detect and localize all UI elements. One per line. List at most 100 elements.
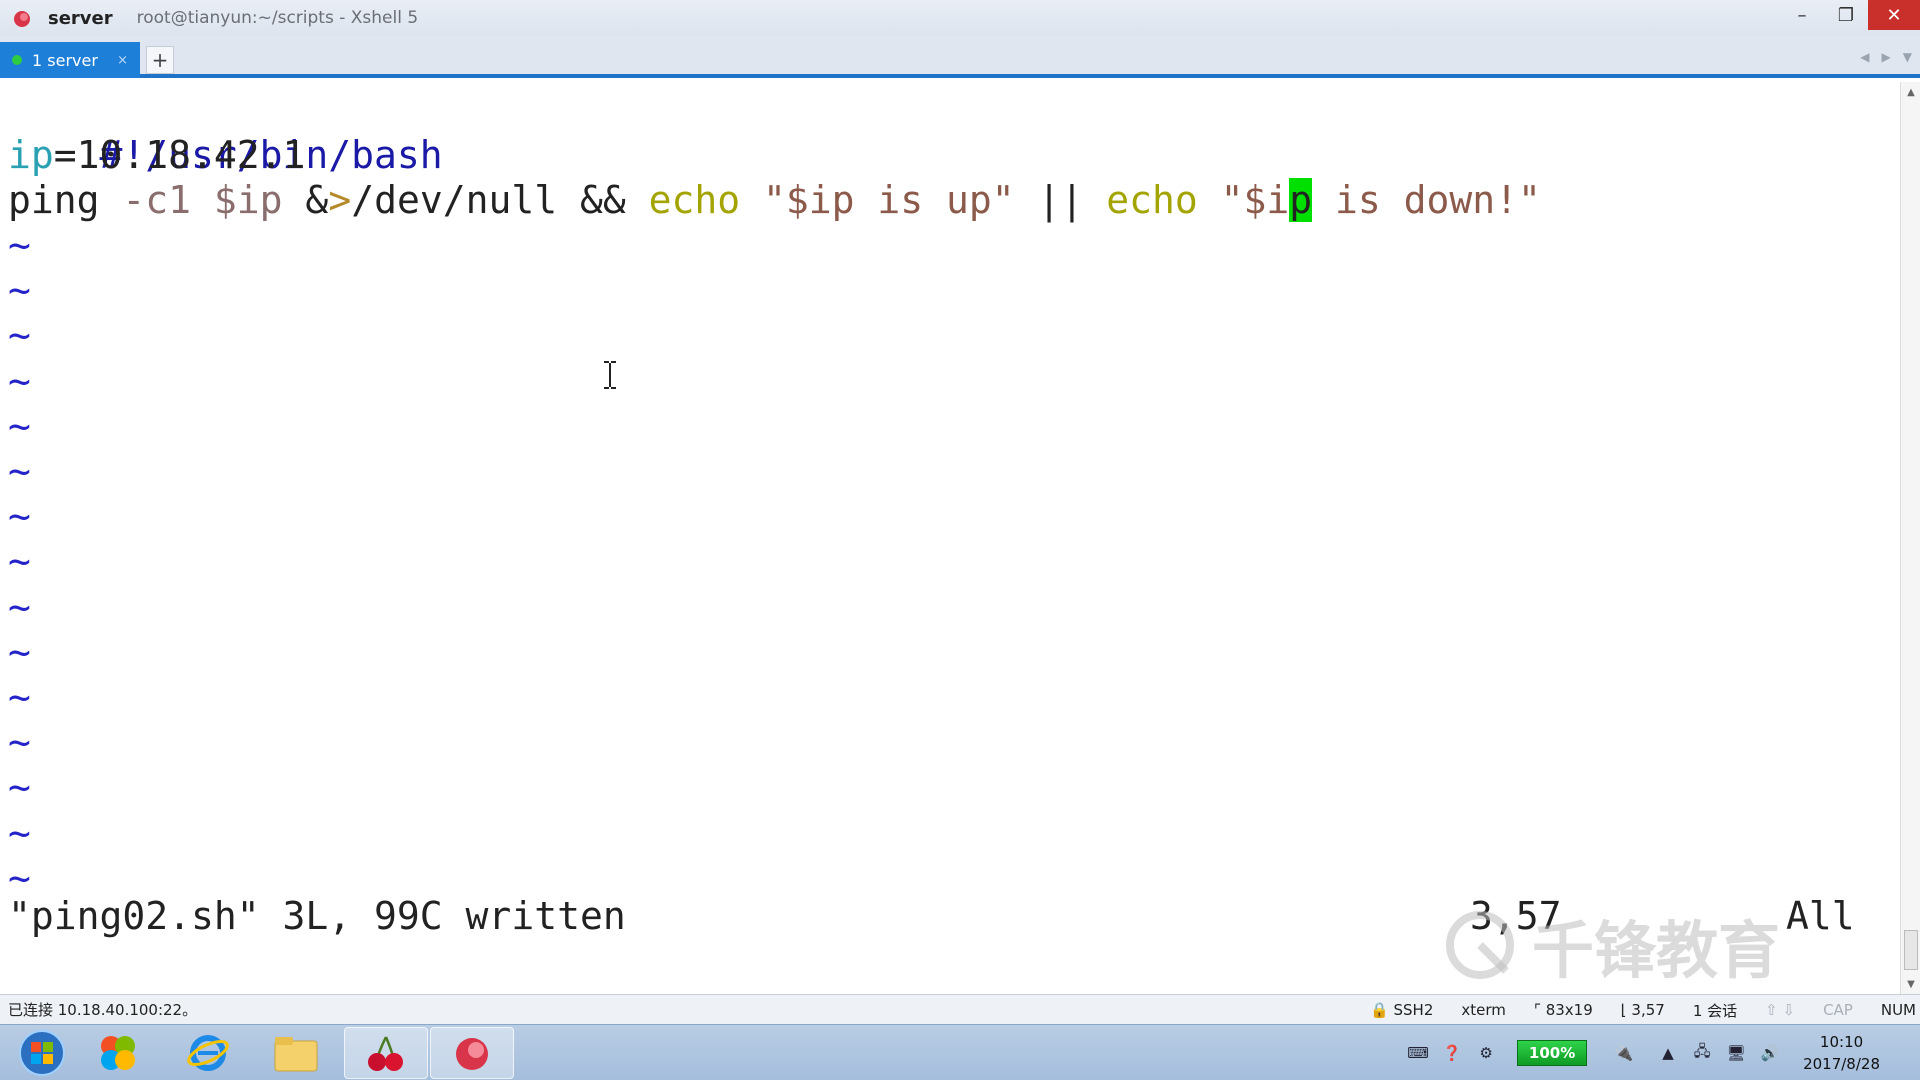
xshell-icon xyxy=(456,1038,488,1070)
network-icon[interactable]: 🖥 xyxy=(1725,1042,1747,1064)
cursor-pos-icon: ⌊ xyxy=(1620,1001,1627,1019)
tab-label: 1 server xyxy=(32,50,98,70)
ping-flag: -c1 xyxy=(122,178,214,222)
terminal-scrollbar[interactable]: ▲ ▼ xyxy=(1900,82,1920,994)
empty-line-tilde: ~ xyxy=(8,403,31,448)
empty-line-tilde: ~ xyxy=(8,223,31,267)
ip-variable: $ip xyxy=(213,178,306,222)
empty-line-tilde: ~ xyxy=(8,584,31,629)
variable-assignment: =10.18.42.1 xyxy=(53,133,306,177)
text-select-cursor-icon xyxy=(604,361,616,389)
tab-close-icon[interactable]: × xyxy=(117,53,128,68)
tab-server[interactable]: 1 server × xyxy=(0,42,140,78)
empty-line-tilde: ~ xyxy=(8,765,31,810)
protocol-indicator: 🔒 SSH2 xyxy=(1370,1001,1434,1019)
text-cursor: p xyxy=(1289,178,1313,222)
tab-next-icon[interactable]: ▶ xyxy=(1882,50,1891,64)
empty-line-tilde: ~ xyxy=(8,720,31,765)
tab-navigation: ◀ ▶ ▼ xyxy=(1860,50,1912,64)
taskbar-internet-explorer[interactable] xyxy=(166,1027,250,1079)
status-bar: 已连接 10.18.40.100:22。 🔒 SSH2 xterm ⌜ 83x1… xyxy=(0,994,1920,1024)
taskbar-cherry-app[interactable] xyxy=(344,1027,428,1079)
help-icon[interactable]: ❓ xyxy=(1441,1042,1463,1064)
power-plug-icon[interactable]: 🔌 xyxy=(1613,1042,1635,1064)
maximize-button[interactable]: ❐ xyxy=(1824,0,1868,30)
redirect-gt: > xyxy=(328,178,352,222)
caps-lock-indicator: CAP xyxy=(1823,1001,1853,1019)
colorful-app-icon xyxy=(101,1036,135,1070)
scroll-down-icon[interactable]: ▼ xyxy=(1901,974,1920,994)
cursor-position: ⌊ 3,57 xyxy=(1620,1001,1665,1019)
code-line-1: #!/usr/bin/bash xyxy=(8,88,443,177)
window-title: server xyxy=(48,7,113,29)
empty-line-tilde: ~ xyxy=(8,810,31,855)
connected-status-icon xyxy=(12,55,22,65)
watermark-logo-icon xyxy=(1446,911,1514,979)
connection-status: 已连接 10.18.40.100:22。 xyxy=(8,1001,198,1019)
devnull-path: /dev/null xyxy=(351,178,580,222)
title-bar: server root@tianyun:~/scripts - Xshell 5… xyxy=(0,0,1920,36)
tab-bar: 1 server × + ◀ ▶ ▼ xyxy=(0,36,1920,78)
echo-string-down-start: "$i xyxy=(1220,178,1290,222)
clock-date: 2017/8/28 xyxy=(1803,1055,1880,1073)
show-hidden-icons-icon[interactable]: ▲ xyxy=(1657,1042,1679,1064)
empty-line-tilde: ~ xyxy=(8,449,31,493)
close-button[interactable]: ✕ xyxy=(1868,0,1920,30)
window-subtitle: root@tianyun:~/scripts - Xshell 5 xyxy=(136,8,419,28)
tab-prev-icon[interactable]: ◀ xyxy=(1860,50,1869,64)
vim-status-message: "ping02.sh" 3L, 99C written xyxy=(8,894,626,938)
arrow-down-icon: ⇩ xyxy=(1782,1001,1796,1019)
network-settings-icon[interactable]: ⚙ xyxy=(1475,1042,1497,1064)
echo-string-down-end: is down!" xyxy=(1312,178,1541,222)
scroll-up-icon[interactable]: ▲ xyxy=(1901,82,1920,102)
empty-line-tilde: ~ xyxy=(8,358,31,403)
system-clock[interactable]: 10:10 2017/8/28 xyxy=(1803,1031,1880,1075)
window-controls: – ❐ ✕ xyxy=(1780,0,1920,30)
scroll-thumb[interactable] xyxy=(1904,930,1918,970)
lock-icon: 🔒 xyxy=(1370,1001,1389,1019)
resize-icon: ⌜ xyxy=(1533,1001,1541,1019)
and-operator: && xyxy=(579,178,649,222)
or-operator: || xyxy=(1037,178,1107,222)
echo-string-up: "$ip is up" xyxy=(763,178,1038,222)
terminal-area[interactable]: #!/usr/bin/bash ip=10.18.42.1 ping -c1 $… xyxy=(0,82,1900,994)
clock-time: 10:10 xyxy=(1819,1033,1864,1051)
watermark-text: 千锋教育 xyxy=(1532,914,1781,987)
ping-command: ping xyxy=(8,178,123,222)
volume-icon[interactable]: 🔊 xyxy=(1759,1042,1781,1064)
folder-icon xyxy=(274,1037,318,1072)
code-line-3: ping -c1 $ip &>/dev/null && echo "$ip is… xyxy=(8,178,1541,223)
taskbar: ⌨ ❓ ⚙ 100% 🔌 ▲ 🖧 🖥 🔊 10:10 2017/8/28 xyxy=(0,1024,1920,1080)
terminal-type: xterm xyxy=(1461,1001,1506,1019)
minimize-button[interactable]: – xyxy=(1780,0,1824,30)
taskbar-file-explorer[interactable] xyxy=(254,1027,338,1079)
tab-list-icon[interactable]: ▼ xyxy=(1903,50,1912,64)
echo-command-2: echo xyxy=(1106,178,1221,222)
battery-indicator[interactable]: 100% xyxy=(1517,1040,1588,1066)
device-icon[interactable]: 🖧 xyxy=(1691,1042,1713,1064)
code-line-2: ip=10.18.42.1 xyxy=(8,133,305,178)
empty-line-tilde: ~ xyxy=(8,629,31,674)
new-tab-button[interactable]: + xyxy=(146,46,174,74)
arrow-up-icon: ⇧ xyxy=(1765,1001,1778,1019)
num-lock-indicator: NUM xyxy=(1880,1001,1916,1019)
xshell-app-icon[interactable] xyxy=(10,6,34,30)
empty-line-tilde: ~ xyxy=(8,494,31,539)
windows-start-icon xyxy=(19,1030,65,1076)
status-arrows: ⇧ ⇩ xyxy=(1765,1001,1795,1019)
session-count: 1 会话 xyxy=(1692,1001,1738,1020)
system-tray: ⌨ ❓ ⚙ 100% 🔌 ▲ 🖧 🖥 🔊 10:10 2017/8/28 xyxy=(1401,1025,1920,1080)
empty-line-tilde: ~ xyxy=(8,313,31,358)
empty-line-tilde: ~ xyxy=(8,268,31,313)
taskbar-app-1[interactable] xyxy=(76,1027,160,1079)
variable-name: ip xyxy=(8,133,54,177)
vim-scroll-indicator: All xyxy=(1786,894,1855,938)
empty-line-tilde: ~ xyxy=(8,539,31,584)
redirect-amp: & xyxy=(305,178,329,222)
empty-line-tilde: ~ xyxy=(8,675,31,719)
echo-command-1: echo xyxy=(648,178,764,222)
cherry-icon xyxy=(368,1036,403,1071)
taskbar-xshell[interactable] xyxy=(430,1027,514,1079)
start-button[interactable] xyxy=(0,1027,84,1079)
keyboard-icon[interactable]: ⌨ xyxy=(1407,1042,1429,1064)
